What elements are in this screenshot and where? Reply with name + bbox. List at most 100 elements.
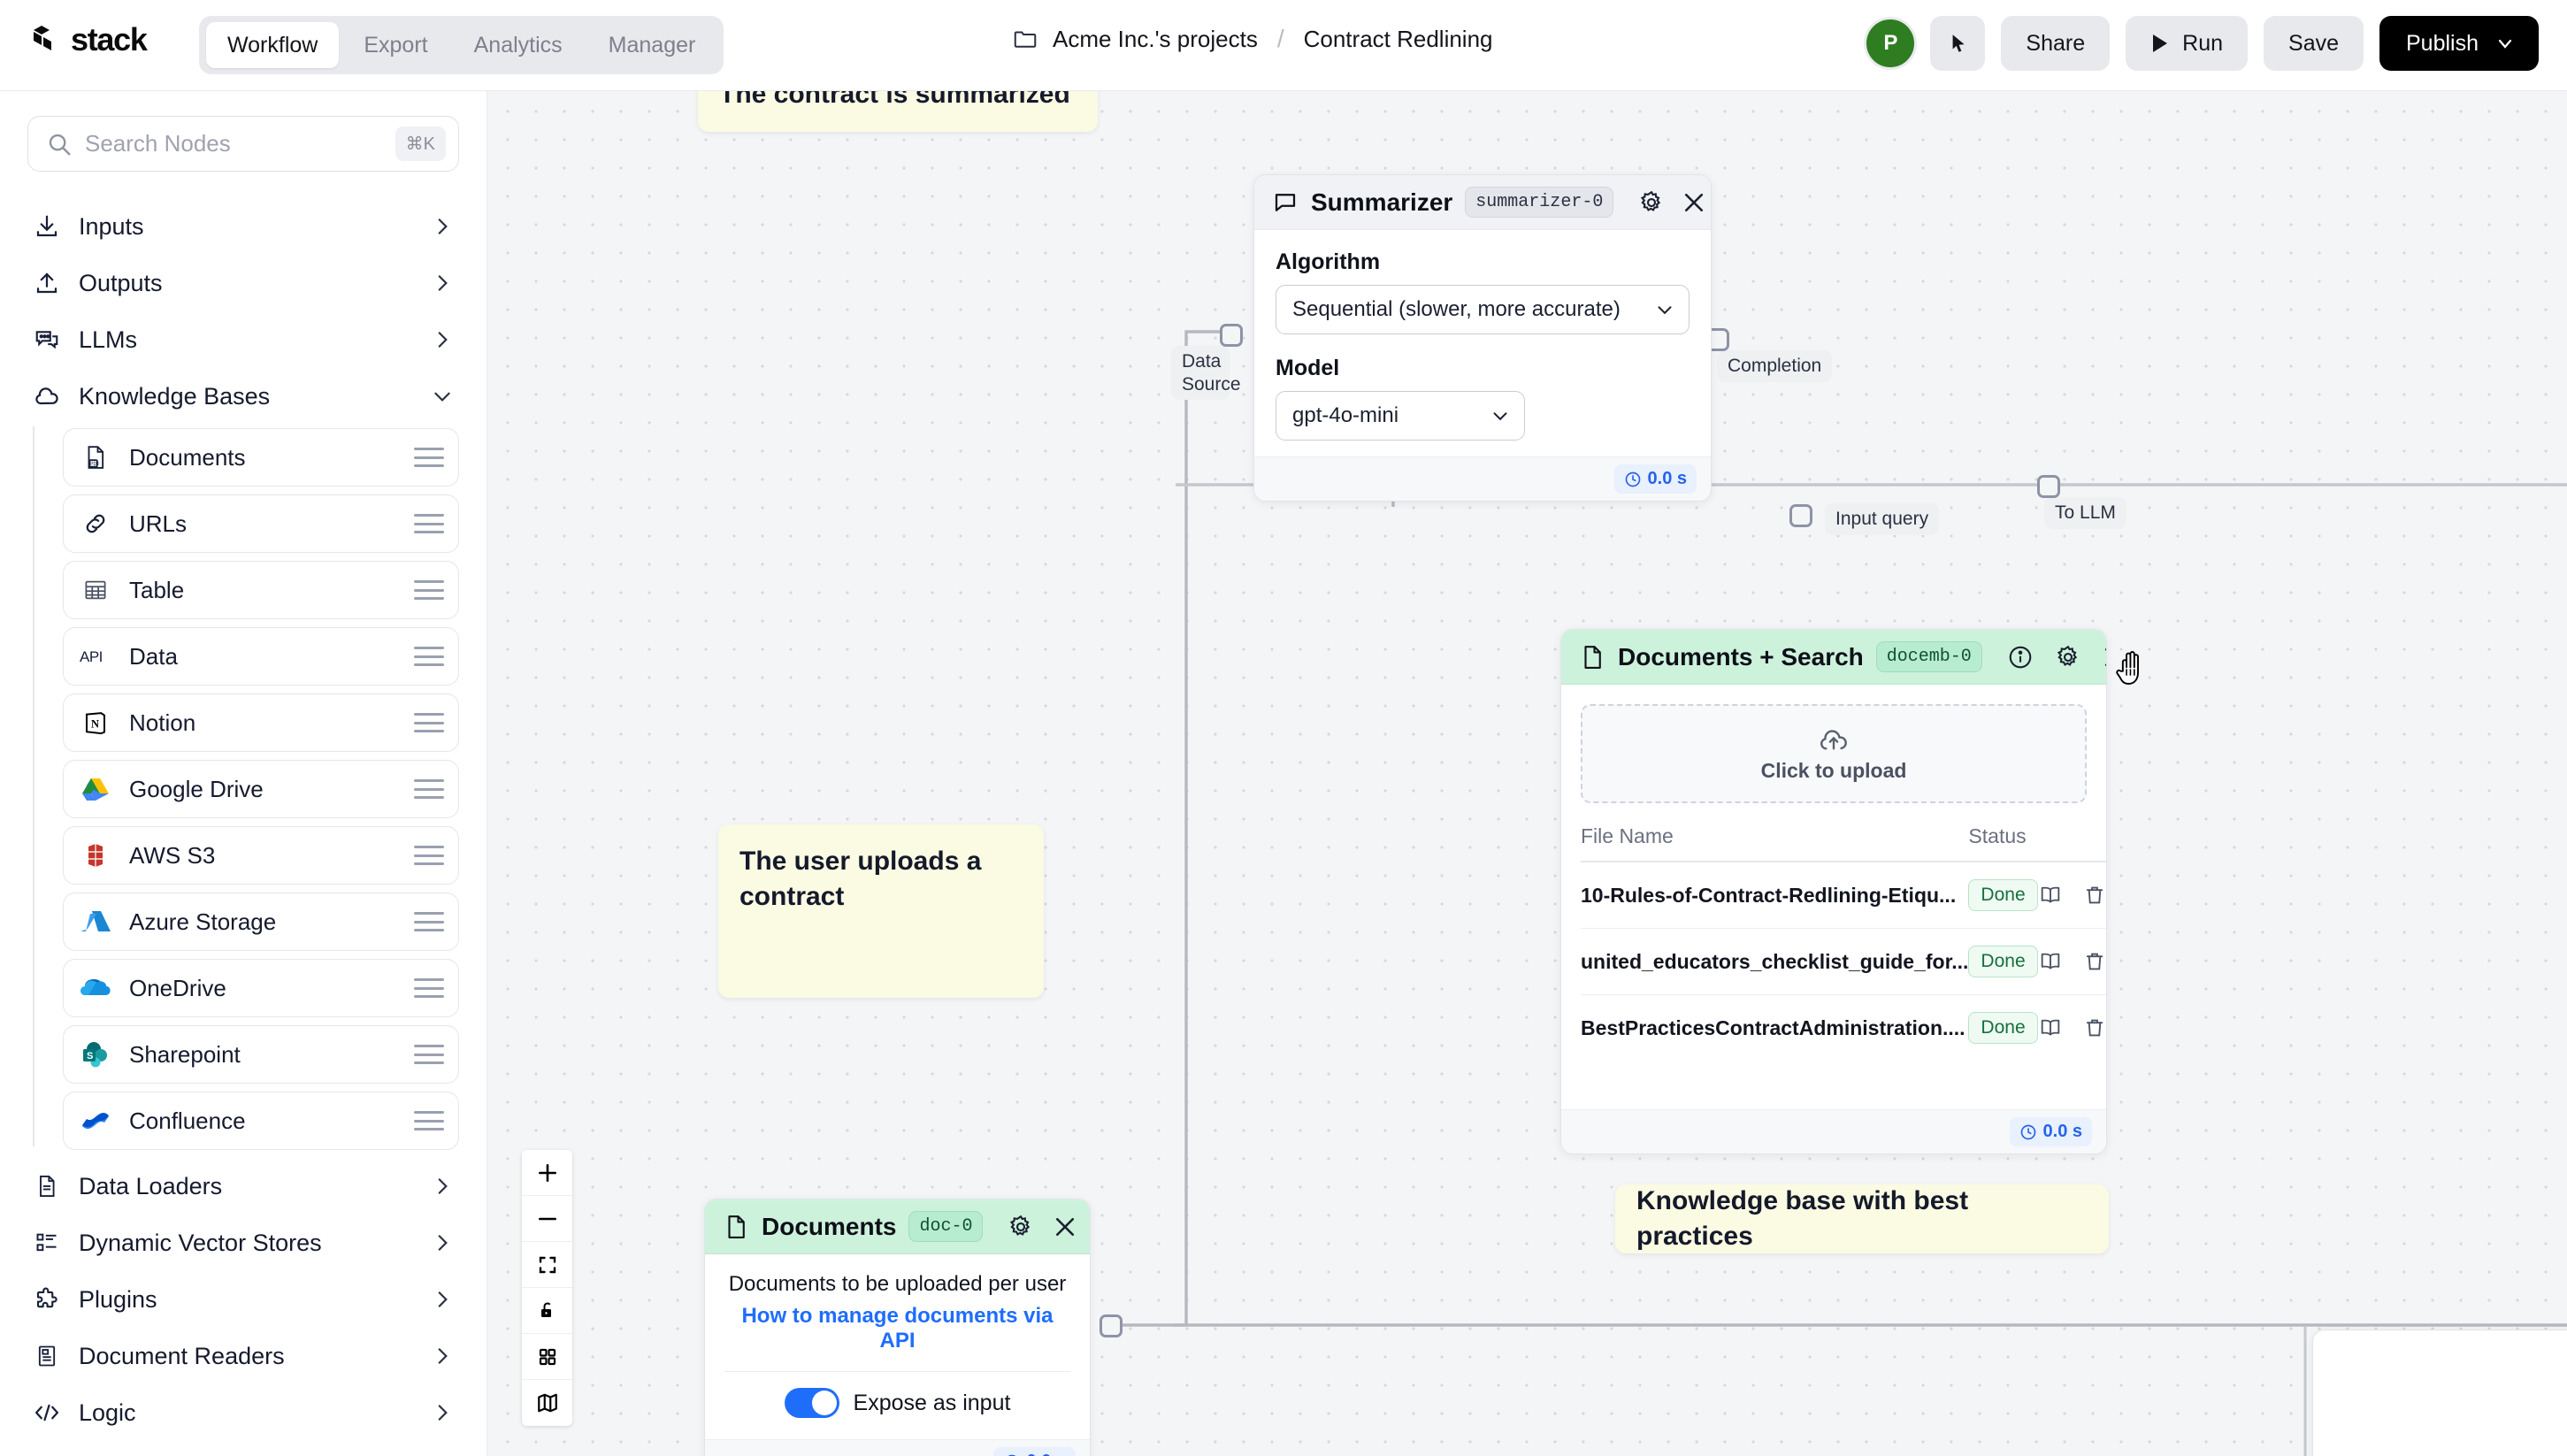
sidebar-item-documents[interactable]: PDF Documents: [63, 428, 459, 487]
info-icon[interactable]: [2007, 644, 2034, 671]
sidebar-category-document-readers[interactable]: Document Readers: [27, 1328, 459, 1384]
table-header-row: File Name Status: [1581, 816, 2106, 862]
search-input[interactable]: Search Nodes ⌘K: [27, 116, 459, 172]
sidebar-item-notion[interactable]: N Notion: [63, 694, 459, 752]
sidebar-item-azure-storage[interactable]: Azure Storage: [63, 893, 459, 951]
sidebar-item-google-drive[interactable]: Google Drive: [63, 760, 459, 818]
book-open-icon[interactable]: [2038, 1015, 2063, 1040]
sidebar-category-dynamic-vector-stores[interactable]: Dynamic Vector Stores: [27, 1215, 459, 1271]
chevron-right-icon: [431, 1288, 454, 1311]
sidebar-category-data-loaders[interactable]: Data Loaders: [27, 1158, 459, 1215]
close-icon[interactable]: [2101, 644, 2106, 671]
lock-canvas-button[interactable]: [522, 1288, 572, 1334]
expose-as-input-toggle[interactable]: [784, 1388, 839, 1418]
algorithm-select[interactable]: Sequential (slower, more accurate): [1276, 285, 1690, 334]
drag-handle-icon[interactable]: [414, 647, 444, 666]
tab-workflow[interactable]: Workflow: [206, 22, 340, 68]
sidebar-category-logic[interactable]: Logic: [27, 1384, 459, 1441]
sidebar-item-sharepoint[interactable]: S Sharepoint: [63, 1025, 459, 1084]
sidebar-category-outputs[interactable]: Outputs: [27, 255, 459, 311]
handle-to-llm[interactable]: [2037, 475, 2060, 498]
node-header[interactable]: Documents + Search docemb-0: [1561, 630, 2106, 685]
sidebar-item-table[interactable]: Table: [63, 561, 459, 619]
publish-button[interactable]: Publish: [2379, 16, 2539, 71]
node-documents[interactable]: Documents doc-0 Documents to be uploaded…: [704, 1199, 1091, 1456]
drag-handle-icon[interactable]: [414, 1045, 444, 1064]
close-icon[interactable]: [1681, 189, 1707, 216]
sidebar-item-label: Google Drive: [129, 775, 264, 802]
sticky-note-user-uploads[interactable]: The user uploads a contract: [718, 824, 1044, 998]
drag-handle-icon[interactable]: [414, 1111, 444, 1130]
table-row[interactable]: 10-Rules-of-Contract-Redlining-Etiqu... …: [1581, 862, 2106, 929]
trash-icon[interactable]: [2082, 883, 2106, 908]
sidebar-item-confluence[interactable]: Confluence: [63, 1092, 459, 1150]
gear-icon[interactable]: [2055, 644, 2081, 671]
node-summarizer[interactable]: Summarizer summarizer-0 Algorithm Sequen…: [1253, 174, 1712, 502]
sticky-note-contract-summarized[interactable]: The contract is summarized: [698, 91, 1098, 132]
share-button[interactable]: Share: [2001, 16, 2111, 71]
close-icon[interactable]: [1052, 1214, 1078, 1240]
drag-handle-icon[interactable]: [414, 580, 444, 600]
zoom-out-button[interactable]: [522, 1196, 572, 1242]
sidebar-item-aws-s3[interactable]: AWS S3: [63, 826, 459, 885]
sidebar-item-onedrive[interactable]: OneDrive: [63, 959, 459, 1017]
tab-manager[interactable]: Manager: [587, 22, 717, 68]
sidebar-category-utils[interactable]: Utils: [27, 1441, 459, 1456]
avatar[interactable]: P: [1866, 19, 1915, 67]
workflow-canvas[interactable]: The contract is summarized The user uplo…: [487, 91, 2567, 1456]
handle-input-query[interactable]: [1789, 504, 1812, 527]
toggle-grid-button[interactable]: [522, 1334, 572, 1380]
sidebar-item-urls[interactable]: URLs: [63, 494, 459, 553]
drag-handle-icon[interactable]: [414, 514, 444, 533]
tab-analytics[interactable]: Analytics: [453, 22, 584, 68]
book-open-icon[interactable]: [2038, 949, 2063, 974]
zoom-in-button[interactable]: [522, 1150, 572, 1196]
download-icon: [33, 212, 61, 241]
drag-handle-icon[interactable]: [414, 448, 444, 467]
tab-export[interactable]: Export: [342, 22, 448, 68]
drag-handle-icon[interactable]: [414, 978, 444, 998]
drag-handle-icon[interactable]: [414, 713, 444, 732]
node-timer-value: 0.0 s: [1027, 1452, 1066, 1456]
handle-documents-output[interactable]: [1100, 1314, 1123, 1337]
open-hand-cursor: [2113, 648, 2150, 694]
drag-handle-icon[interactable]: [414, 912, 444, 931]
upload-dropzone[interactable]: Click to upload: [1581, 704, 2087, 803]
gear-icon[interactable]: [1008, 1214, 1034, 1240]
cursor-tool-button[interactable]: [1930, 16, 1986, 71]
offscreen-node-partial[interactable]: [2312, 1330, 2567, 1456]
app-logo[interactable]: stack: [30, 21, 148, 58]
model-value: gpt-4o-mini: [1292, 403, 1399, 427]
sidebar-item-data[interactable]: API Data: [63, 627, 459, 686]
trash-icon[interactable]: [2082, 949, 2106, 974]
sidebar-category-plugins[interactable]: Plugins: [27, 1271, 459, 1328]
fit-view-button[interactable]: [522, 1242, 572, 1288]
breadcrumb-current[interactable]: Contract Redlining: [1304, 26, 1493, 53]
sticky-note-knowledge-base[interactable]: Knowledge base with best practices: [1615, 1184, 2109, 1253]
breadcrumb-project[interactable]: Acme Inc.'s projects: [1053, 26, 1258, 53]
manage-documents-api-link[interactable]: How to manage documents via API: [724, 1304, 1070, 1353]
drag-handle-icon[interactable]: [414, 846, 444, 865]
sidebar-item-label: AWS S3: [129, 841, 216, 869]
book-open-icon[interactable]: [2038, 883, 2063, 908]
sidebar-category-llms[interactable]: LLMs: [27, 311, 459, 368]
sidebar-category-label: LLMs: [79, 326, 138, 353]
node-header[interactable]: Documents doc-0: [705, 1199, 1090, 1254]
sidebar-category-inputs[interactable]: Inputs: [27, 198, 459, 255]
table-row[interactable]: BestPracticesContractAdministration.... …: [1581, 995, 2106, 1061]
node-documents-search[interactable]: Documents + Search docemb-0 Click to upl…: [1560, 629, 2107, 1154]
app-header: stack Workflow Export Analytics Manager …: [0, 0, 2567, 91]
gear-icon[interactable]: [1638, 189, 1665, 216]
save-button[interactable]: Save: [2264, 16, 2364, 71]
breadcrumb-separator: /: [1276, 25, 1284, 52]
table-row[interactable]: united_educators_checklist_guide_for... …: [1581, 928, 2106, 995]
toggle-minimap-button[interactable]: [522, 1380, 572, 1426]
trash-icon[interactable]: [2082, 1015, 2106, 1040]
drag-handle-icon[interactable]: [414, 779, 444, 799]
node-header[interactable]: Summarizer summarizer-0: [1254, 175, 1711, 230]
run-button[interactable]: Run: [2126, 16, 2249, 71]
handle-data-source[interactable]: [1220, 324, 1243, 347]
sidebar-category-knowledge-bases[interactable]: Knowledge Bases: [27, 368, 459, 425]
file-name: 10-Rules-of-Contract-Redlining-Etiqu...: [1581, 862, 1969, 929]
model-select[interactable]: gpt-4o-mini: [1276, 391, 1525, 441]
